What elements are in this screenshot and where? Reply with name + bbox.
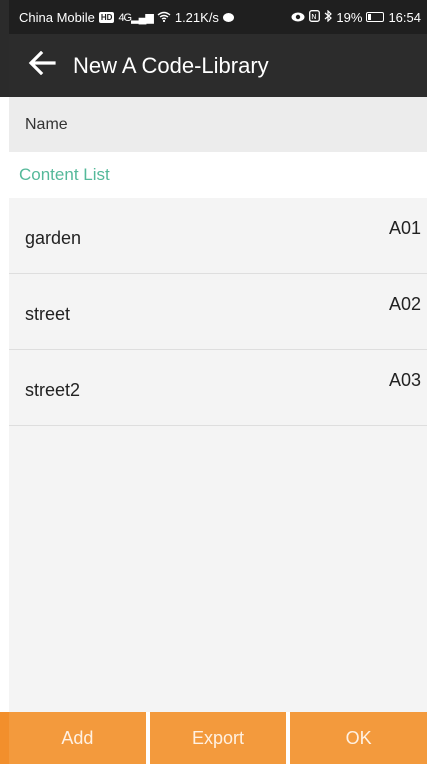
nfc-icon: N	[309, 9, 321, 25]
bottom-action-bar: Add Export OK	[9, 712, 427, 764]
name-label: Name	[25, 115, 68, 133]
battery-percent: 19%	[336, 9, 363, 25]
left-edge-strip	[0, 0, 9, 97]
list-item[interactable]: street A02	[9, 274, 427, 350]
clock: 16:54	[388, 9, 421, 25]
item-name: street	[25, 304, 71, 324]
back-arrow-icon	[28, 50, 56, 80]
name-field[interactable]: Name	[9, 97, 427, 152]
export-button[interactable]: Export	[149, 712, 287, 764]
content-list-header: Content List	[9, 152, 427, 198]
app-bar: New A Code-Library	[9, 34, 427, 97]
item-code: A03	[389, 370, 422, 390]
chat-icon	[222, 12, 234, 22]
eye-icon	[291, 10, 305, 25]
hd-badge: HD	[98, 11, 115, 23]
svg-text:N: N	[312, 13, 317, 21]
bluetooth-icon	[324, 9, 333, 25]
add-button[interactable]: Add	[9, 712, 146, 764]
wifi-icon	[157, 10, 171, 25]
list-item[interactable]: garden A01	[9, 198, 427, 274]
battery-icon	[366, 12, 385, 22]
signal-icon: 4G▂▄▆	[118, 11, 153, 24]
status-bar: China Mobile HD 4G▂▄▆ 1.21K/s N 19% 16:5…	[9, 0, 427, 34]
carrier-label: China Mobile	[19, 9, 95, 25]
left-edge-strip-bottom	[0, 712, 9, 764]
item-code: A01	[389, 218, 422, 238]
ok-button[interactable]: OK	[290, 712, 427, 764]
network-speed: 1.21K/s	[174, 9, 219, 25]
content-list-title: Content List	[19, 165, 110, 184]
item-code: A02	[389, 294, 422, 314]
item-name: garden	[25, 228, 82, 248]
item-name: street2	[25, 380, 81, 400]
page-title: New A Code-Library	[73, 52, 269, 78]
list-item[interactable]: street2 A03	[9, 350, 427, 426]
back-button[interactable]	[19, 43, 65, 89]
content-list: garden A01 street A02 street2 A03	[9, 198, 427, 712]
